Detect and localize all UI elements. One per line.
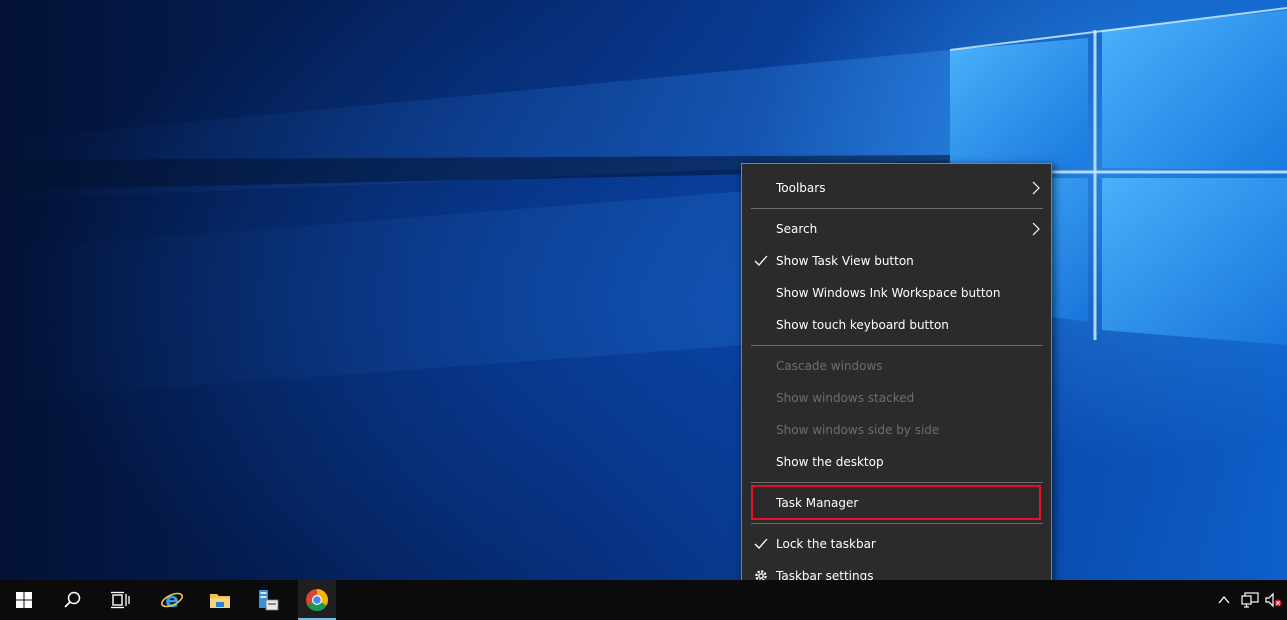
highlight-annotation-box [751, 485, 1041, 520]
taskbar-context-menu: Toolbars Search Show Task View button Sh… [741, 163, 1052, 600]
menu-item-label: Toolbars [776, 181, 826, 195]
network-status-button[interactable] [1237, 580, 1261, 620]
svg-text:e: e [165, 588, 179, 612]
menu-item-show-the-desktop[interactable]: Show the desktop [742, 446, 1051, 478]
menu-item-show-touch-keyboard-button[interactable]: Show touch keyboard button [742, 309, 1051, 341]
menu-item-label: Cascade windows [776, 359, 883, 373]
menu-separator [751, 208, 1043, 209]
windows-logo-icon [16, 592, 32, 608]
menu-item-label: Show windows side by side [776, 423, 940, 437]
chevron-right-icon [1032, 222, 1040, 236]
search-icon [64, 591, 81, 608]
search-button[interactable] [48, 580, 96, 620]
menu-item-label: Show Task View button [776, 254, 914, 268]
menu-item-lock-the-taskbar[interactable]: Lock the taskbar [742, 528, 1051, 560]
menu-item-label: Show touch keyboard button [776, 318, 949, 332]
windows-logo-wallpaper [0, 7, 1287, 400]
menu-item-show-windows-stacked: Show windows stacked [742, 382, 1051, 414]
chrome-icon [306, 589, 328, 611]
menu-item-show-windows-ink-workspace-button[interactable]: Show Windows Ink Workspace button [742, 277, 1051, 309]
chevron-right-icon [1032, 181, 1040, 195]
volume-status-button[interactable] [1260, 580, 1284, 620]
menu-item-label: Show Windows Ink Workspace button [776, 286, 1001, 300]
menu-item-label: Search [776, 222, 818, 236]
start-button[interactable] [0, 580, 48, 620]
folder-icon [210, 594, 230, 608]
volume-muted-icon [1265, 592, 1282, 608]
checkmark-icon [754, 255, 768, 266]
menu-item-label: Show windows stacked [776, 391, 915, 405]
menu-separator [751, 523, 1043, 524]
menu-item-show-task-view-button[interactable]: Show Task View button [742, 245, 1051, 277]
desktop-wallpaper[interactable] [0, 0, 1287, 580]
internet-explorer-button[interactable]: e [148, 580, 196, 620]
task-view-icon [111, 591, 130, 609]
internet-explorer-icon: e [161, 588, 183, 612]
menu-item-toolbars[interactable]: Toolbars [742, 172, 1051, 204]
show-hidden-icons-button[interactable] [1212, 580, 1236, 620]
chrome-button[interactable] [298, 580, 336, 620]
menu-item-cascade-windows: Cascade windows [742, 350, 1051, 382]
file-explorer-button[interactable] [196, 580, 244, 620]
task-view-button[interactable] [96, 580, 144, 620]
menu-item-search[interactable]: Search [742, 213, 1051, 245]
menu-item-label: Lock the taskbar [776, 537, 876, 551]
network-icon [1241, 592, 1259, 608]
chevron-up-icon [1218, 595, 1230, 604]
menu-separator [751, 482, 1043, 483]
menu-item-label: Show the desktop [776, 455, 884, 469]
menu-separator [751, 345, 1043, 346]
server-manager-icon [259, 590, 279, 611]
server-manager-button[interactable] [244, 580, 292, 620]
taskbar: e [0, 580, 1287, 620]
checkmark-icon [754, 538, 768, 549]
menu-item-show-windows-side-by-side: Show windows side by side [742, 414, 1051, 446]
